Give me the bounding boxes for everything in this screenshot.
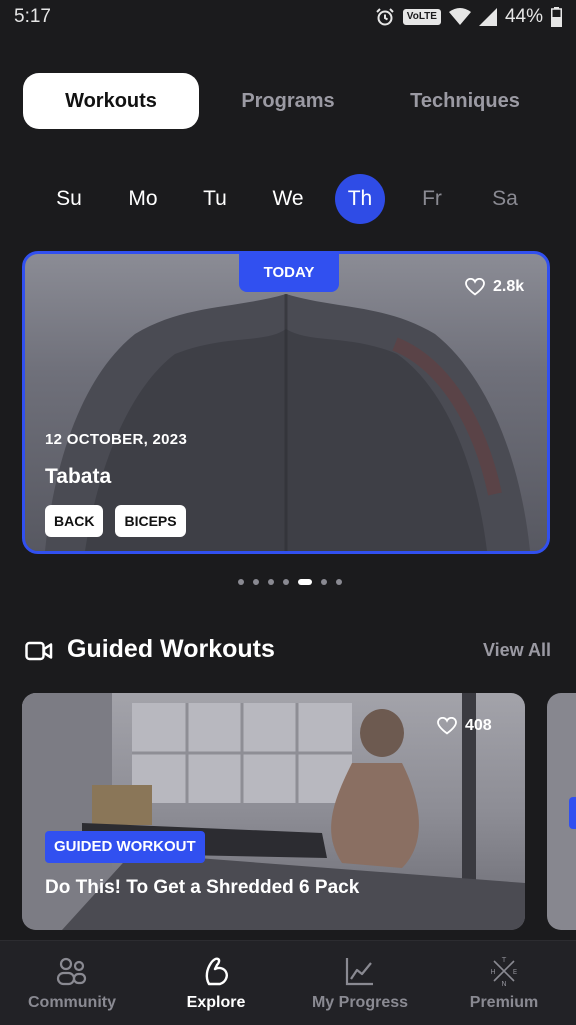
like-button[interactable]: 2.8k bbox=[465, 278, 524, 296]
muscle-tags: BACK BICEPS bbox=[45, 505, 186, 537]
nav-premium[interactable]: T H E N Premium bbox=[432, 941, 576, 1025]
community-icon bbox=[56, 957, 87, 986]
carousel-dot[interactable] bbox=[268, 579, 274, 585]
alarm-icon bbox=[376, 8, 394, 26]
battery-icon bbox=[551, 7, 562, 27]
nav-community[interactable]: Community bbox=[0, 941, 144, 1025]
nav-my-progress[interactable]: My Progress bbox=[288, 941, 432, 1025]
nav-community-label: Community bbox=[28, 994, 116, 1011]
day-tu[interactable]: Tu bbox=[190, 174, 240, 224]
day-mo[interactable]: Mo bbox=[118, 174, 168, 224]
tab-techniques[interactable]: Techniques bbox=[377, 73, 553, 129]
status-bar: 5:17 VoLTE 44% bbox=[0, 0, 576, 34]
workout-title: Tabata bbox=[45, 465, 112, 488]
carousel-dot-active[interactable] bbox=[298, 579, 312, 585]
guided-workout-title: Do This! To Get a Shredded 6 Pack bbox=[45, 877, 360, 898]
progress-icon bbox=[345, 958, 373, 986]
next-card-badge bbox=[569, 797, 576, 829]
heart-icon bbox=[465, 278, 485, 296]
day-selector: Su Mo Tu We Th Fr Sa bbox=[36, 174, 542, 224]
heart-icon bbox=[437, 717, 457, 735]
signal-icon bbox=[478, 8, 497, 26]
svg-text:N: N bbox=[501, 980, 506, 987]
nav-explore-label: Explore bbox=[186, 994, 246, 1011]
guided-workouts-header: Guided Workouts View All bbox=[25, 633, 551, 669]
view-all-link[interactable]: View All bbox=[483, 640, 551, 661]
like-button[interactable]: 408 bbox=[437, 717, 492, 735]
section-title: Guided Workouts bbox=[67, 635, 275, 663]
day-we[interactable]: We bbox=[263, 174, 313, 224]
svg-text:T: T bbox=[501, 956, 507, 964]
battery-percent: 44% bbox=[504, 6, 543, 27]
carousel-indicator bbox=[238, 579, 342, 585]
workout-date: 12 OCTOBER, 2023 bbox=[45, 431, 188, 448]
next-guided-card[interactable] bbox=[547, 693, 576, 930]
status-icons: VoLTE 44% bbox=[375, 5, 562, 29]
tab-workouts[interactable]: Workouts bbox=[23, 73, 199, 129]
wifi-icon bbox=[448, 8, 471, 25]
bottom-navigation: Community Explore My Progress T H E N Pr… bbox=[0, 940, 576, 1025]
nav-explore[interactable]: Explore bbox=[144, 941, 288, 1025]
svg-text:H: H bbox=[490, 968, 495, 976]
nav-premium-label: Premium bbox=[469, 994, 539, 1011]
premium-icon: T H E N bbox=[490, 956, 517, 987]
guided-workout-card[interactable]: 408 GUIDED WORKOUT Do This! To Get a Shr… bbox=[22, 693, 525, 930]
day-sa[interactable]: Sa bbox=[480, 174, 530, 224]
day-th[interactable]: Th bbox=[335, 174, 385, 224]
carousel-dot[interactable] bbox=[253, 579, 259, 585]
today-workout-card[interactable]: TODAY 2.8k 12 OCTOBER, 2023 Tabata BACK … bbox=[22, 251, 550, 554]
tag-back: BACK bbox=[45, 505, 104, 537]
like-count: 2.8k bbox=[493, 278, 525, 295]
explore-icon bbox=[205, 957, 228, 986]
video-camera-icon bbox=[25, 641, 53, 661]
workout-type-tabs: Workouts Programs Techniques bbox=[23, 73, 553, 129]
carousel-dot[interactable] bbox=[336, 579, 342, 585]
carousel-dot[interactable] bbox=[321, 579, 327, 585]
nav-my-progress-label: My Progress bbox=[311, 994, 409, 1011]
day-su[interactable]: Su bbox=[44, 174, 94, 224]
tag-biceps: BICEPS bbox=[115, 505, 186, 537]
carousel-dot[interactable] bbox=[238, 579, 244, 585]
carousel-dot[interactable] bbox=[283, 579, 289, 585]
like-count: 408 bbox=[465, 717, 492, 734]
day-fr[interactable]: Fr bbox=[407, 174, 457, 224]
svg-text:E: E bbox=[513, 968, 517, 976]
today-badge: TODAY bbox=[239, 254, 339, 292]
volte-icon: VoLTE bbox=[402, 9, 441, 25]
guided-workout-badge: GUIDED WORKOUT bbox=[45, 831, 205, 863]
tab-programs[interactable]: Programs bbox=[201, 73, 375, 129]
status-time: 5:17 bbox=[14, 6, 51, 27]
